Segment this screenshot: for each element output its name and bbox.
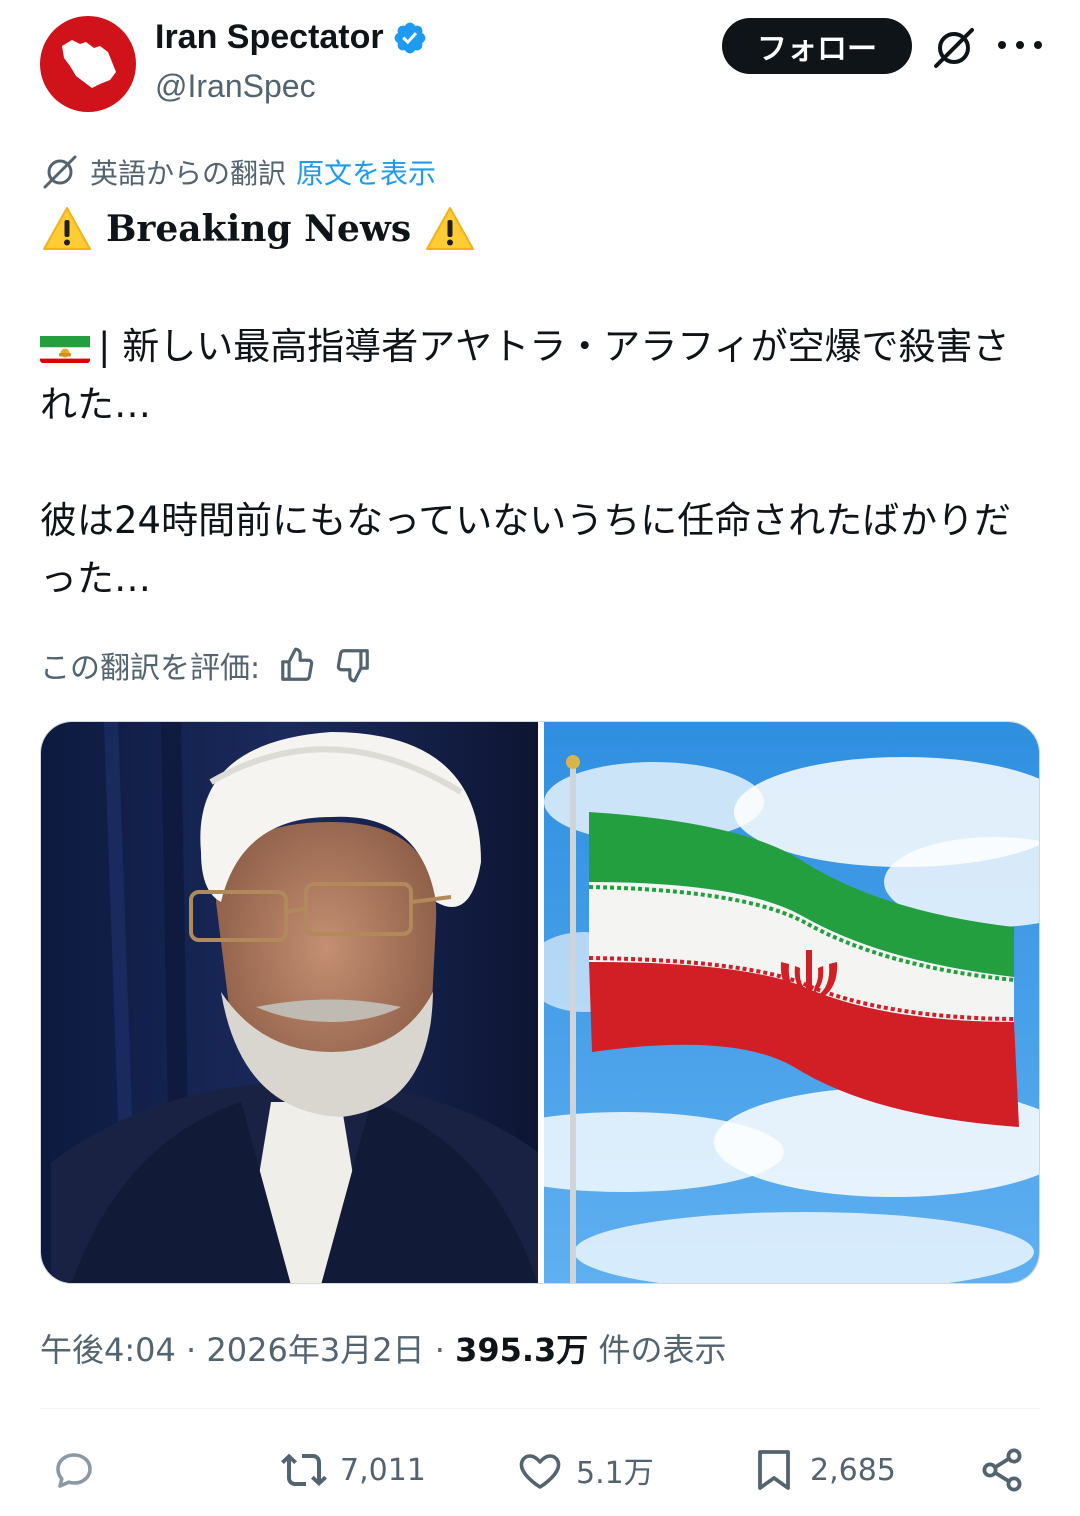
iran-map-icon xyxy=(62,40,116,88)
warning-icon xyxy=(43,207,91,250)
avatar[interactable] xyxy=(40,16,136,112)
breaking-news-text: Breaking News xyxy=(106,208,412,250)
divider xyxy=(40,1408,1040,1409)
retweet-button[interactable]: 7,011 xyxy=(280,1430,426,1510)
post-text-line-1: | 新しい最高指導者アヤトラ・アラフィが空爆で殺害された… xyxy=(40,325,1010,426)
retweet-count: 7,011 xyxy=(340,1452,426,1488)
rate-translation-label: この翻訳を評価: xyxy=(40,651,261,686)
like-count: 5.1万 xyxy=(576,1456,654,1491)
post-text-paragraph-1: | 新しい最高指導者アヤトラ・アラフィが空爆で殺害された… xyxy=(40,318,1040,434)
thumbs-down-icon[interactable] xyxy=(334,646,372,684)
retweet-icon xyxy=(281,1453,327,1486)
reply-button[interactable] xyxy=(50,1430,98,1510)
like-button[interactable]: 5.1万 xyxy=(516,1430,654,1510)
share-button[interactable] xyxy=(978,1430,1026,1510)
iran-flag-photo[interactable] xyxy=(544,722,1039,1283)
media-gallery[interactable] xyxy=(40,721,1040,1284)
bookmark-button[interactable]: 2,685 xyxy=(750,1430,896,1510)
view-count[interactable]: 395.3万 xyxy=(455,1331,588,1369)
translation-label: 英語からの翻訳 xyxy=(90,157,287,190)
reply-icon xyxy=(56,1453,92,1488)
translation-note: 英語からの翻訳 原文を表示 xyxy=(40,152,436,192)
post-time[interactable]: 午後4:04 xyxy=(40,1331,176,1369)
rate-translation-row: この翻訳を評価: xyxy=(40,642,372,688)
bookmark-icon xyxy=(758,1450,790,1490)
thumbs-up-icon[interactable] xyxy=(278,646,316,684)
post-date[interactable]: 2026年3月2日 xyxy=(206,1331,424,1369)
heart-icon xyxy=(519,1454,561,1489)
post-meta: 午後4:04 · 2026年3月2日 · 395.3万 件の表示 xyxy=(40,1325,727,1371)
cleric-portrait-photo[interactable] xyxy=(41,722,538,1283)
view-count-label: 件の表示 xyxy=(588,1331,727,1369)
show-original-link[interactable]: 原文を表示 xyxy=(296,152,436,192)
meta-separator: · xyxy=(175,1331,207,1369)
verified-badge-icon[interactable] xyxy=(392,20,428,56)
display-name[interactable]: Iran Spectator xyxy=(155,18,428,57)
display-name-text[interactable]: Iran Spectator xyxy=(155,18,384,57)
bookmark-count: 2,685 xyxy=(810,1452,896,1488)
share-icon xyxy=(982,1448,1022,1492)
post-text-paragraph-2: 彼は24時間前にもなっていないうちに任命されたばかりだった… xyxy=(40,499,1011,600)
handle[interactable]: @IranSpec xyxy=(155,68,316,105)
warning-icon xyxy=(426,207,475,250)
breaking-news-line: Breaking News xyxy=(42,206,475,252)
more-options-icon[interactable] xyxy=(998,30,1042,60)
iran-lion-sun-flag-icon xyxy=(40,329,90,363)
grok-translate-icon xyxy=(43,155,77,189)
follow-button[interactable]: フォロー xyxy=(722,18,912,74)
action-bar: 7,011 5.1万 2,685 xyxy=(40,1430,1040,1510)
grok-icon[interactable] xyxy=(930,24,978,72)
meta-separator: · xyxy=(424,1331,456,1369)
